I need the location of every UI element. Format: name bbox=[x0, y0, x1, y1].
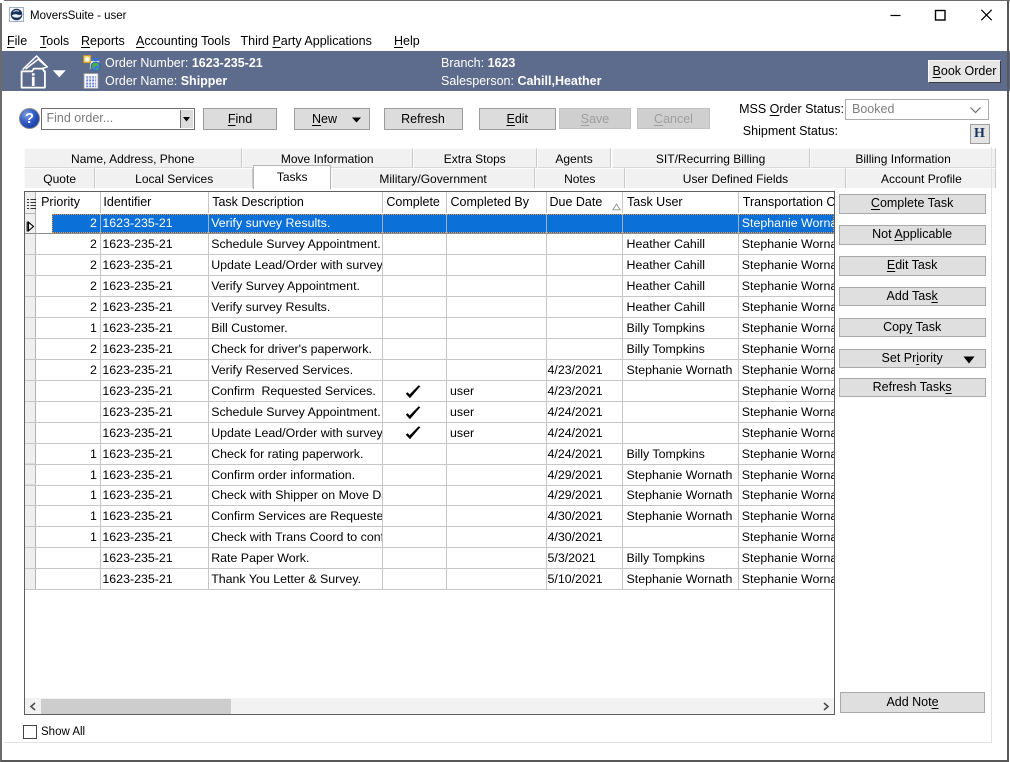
svg-text:?: ? bbox=[24, 110, 33, 127]
